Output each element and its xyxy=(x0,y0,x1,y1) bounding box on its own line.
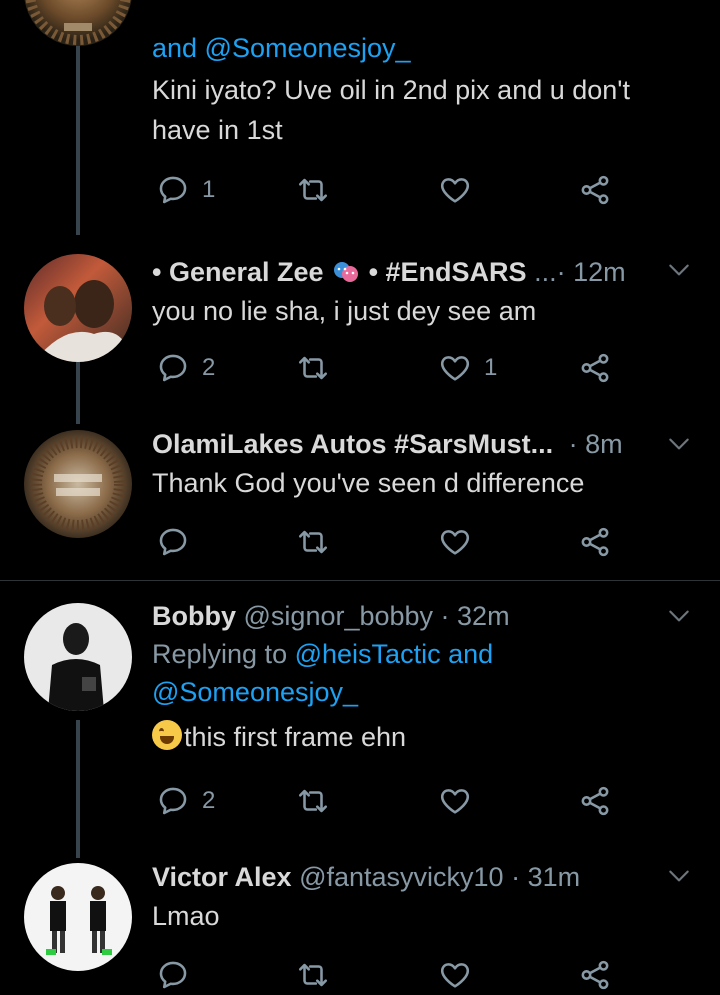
reply-button[interactable] xyxy=(156,522,202,562)
chevron-down-icon[interactable] xyxy=(666,257,692,283)
tweet-header: Victor Alex @fantasyvicky10 · 31m xyxy=(152,860,690,894)
tweet-actions: 1 xyxy=(152,170,622,210)
retweet-icon xyxy=(296,173,330,207)
retweet-icon xyxy=(296,958,330,992)
like-icon xyxy=(438,173,472,207)
like-count: 1 xyxy=(484,354,498,381)
avatar[interactable] xyxy=(24,430,132,538)
replying-to-users[interactable]: @heisTactic and xyxy=(295,639,494,669)
tweet-header: Bobby @signor_bobby · 32m xyxy=(152,599,690,633)
tweet-actions: 2 1 xyxy=(152,348,622,388)
retweet-button[interactable] xyxy=(296,348,342,388)
share-icon xyxy=(578,173,612,207)
like-button[interactable] xyxy=(438,781,484,821)
share-icon xyxy=(578,784,612,818)
like-button[interactable] xyxy=(438,522,484,562)
share-button[interactable] xyxy=(578,522,612,562)
reply-icon xyxy=(156,173,190,207)
share-icon xyxy=(578,525,612,559)
avatar[interactable] xyxy=(24,254,132,362)
retweet-icon xyxy=(296,351,330,385)
share-icon xyxy=(578,351,612,385)
tweet-actions: 2 xyxy=(152,781,622,821)
display-name[interactable]: OlamiLakes Autos #SarsMust... xyxy=(152,429,553,459)
tweet-actions xyxy=(152,522,622,562)
reply-button[interactable]: 1 xyxy=(156,170,215,210)
like-icon xyxy=(438,351,472,385)
share-button[interactable] xyxy=(578,170,612,210)
share-button[interactable] xyxy=(578,955,612,995)
like-button[interactable]: 1 xyxy=(438,348,497,388)
tweet-text-line: have in 1st xyxy=(152,115,283,145)
tweet-text: you no lie sha, i just dey see am xyxy=(152,296,537,326)
tweet-item[interactable]: Victor Alex @fantasyvicky10 · 31m Lmao xyxy=(0,843,720,982)
handle-time: @fantasyvicky10 · 31m xyxy=(299,862,581,892)
tweet-text: Thank God you've seen d difference xyxy=(152,468,585,498)
chevron-down-icon[interactable] xyxy=(666,431,692,457)
tweet-text: Kini iyato? Uve oil in 2nd pix and u don… xyxy=(152,70,690,150)
avatar[interactable] xyxy=(24,603,132,711)
retweet-icon xyxy=(296,525,330,559)
reply-count: 2 xyxy=(202,354,216,381)
like-icon xyxy=(438,525,472,559)
tweet-item[interactable]: OlamiLakes Autos #SarsMust... · 8m Thank… xyxy=(0,415,720,580)
reply-icon xyxy=(156,784,190,818)
replying-to-users[interactable]: and @Someonesjoy_ xyxy=(152,30,690,66)
retweet-icon xyxy=(296,784,330,818)
like-button[interactable] xyxy=(438,170,484,210)
reply-count: 2 xyxy=(202,787,216,814)
display-name[interactable]: • General Zee xyxy=(152,257,324,287)
reply-button[interactable]: 2 xyxy=(156,348,215,388)
replying-to-label: Replying to xyxy=(152,639,288,669)
laughing-emoji-icon xyxy=(152,720,182,750)
like-icon xyxy=(438,784,472,818)
tweet-header: • General Zee • #EndSARS ...· 12m xyxy=(152,255,690,289)
reply-icon xyxy=(156,525,190,559)
tweet-actions xyxy=(152,955,622,995)
tweet-header: OlamiLakes Autos #SarsMust... · 8m xyxy=(152,427,690,461)
share-button[interactable] xyxy=(578,348,612,388)
tweet-item[interactable]: • General Zee • #EndSARS ...· 12m you no… xyxy=(0,235,720,415)
chevron-down-icon[interactable] xyxy=(666,603,692,629)
retweet-button[interactable] xyxy=(296,522,342,562)
retweet-button[interactable] xyxy=(296,955,342,995)
tweet-text-content: this first frame ehn xyxy=(184,722,407,752)
display-name-suffix[interactable]: • #EndSARS xyxy=(369,257,527,287)
handle-time: · 8m xyxy=(568,429,623,459)
avatar[interactable] xyxy=(24,0,132,46)
retweet-button[interactable] xyxy=(296,170,342,210)
like-button[interactable] xyxy=(438,955,484,995)
handle-time: @signor_bobby · 32m xyxy=(243,601,510,631)
tweet-text-line: Kini iyato? Uve oil in 2nd pix and u don… xyxy=(152,75,630,105)
reply-button[interactable] xyxy=(156,955,202,995)
reply-icon xyxy=(156,958,190,992)
tweet-item[interactable]: and @Someonesjoy_ Kini iyato? Uve oil in… xyxy=(0,0,720,230)
replying-to-users[interactable]: @Someonesjoy_ xyxy=(152,673,690,711)
reply-count: 1 xyxy=(202,176,216,203)
theater-mask-icon xyxy=(334,262,359,282)
tweet-text: Lmao xyxy=(152,901,220,931)
avatar[interactable] xyxy=(24,863,132,971)
reply-button[interactable]: 2 xyxy=(156,781,215,821)
share-icon xyxy=(578,958,612,992)
display-name[interactable]: Victor Alex xyxy=(152,862,292,892)
reply-icon xyxy=(156,351,190,385)
chevron-down-icon[interactable] xyxy=(666,863,692,889)
tweet-item[interactable]: Bobby @signor_bobby · 32m Replying to @h… xyxy=(0,581,720,843)
display-name[interactable]: Bobby xyxy=(152,601,236,631)
tweet-text: this first frame ehn xyxy=(152,717,690,757)
retweet-button[interactable] xyxy=(296,781,342,821)
like-icon xyxy=(438,958,472,992)
handle-time: ...· 12m xyxy=(534,257,626,287)
share-button[interactable] xyxy=(578,781,612,821)
replying-to: Replying to @heisTactic and xyxy=(152,635,690,673)
